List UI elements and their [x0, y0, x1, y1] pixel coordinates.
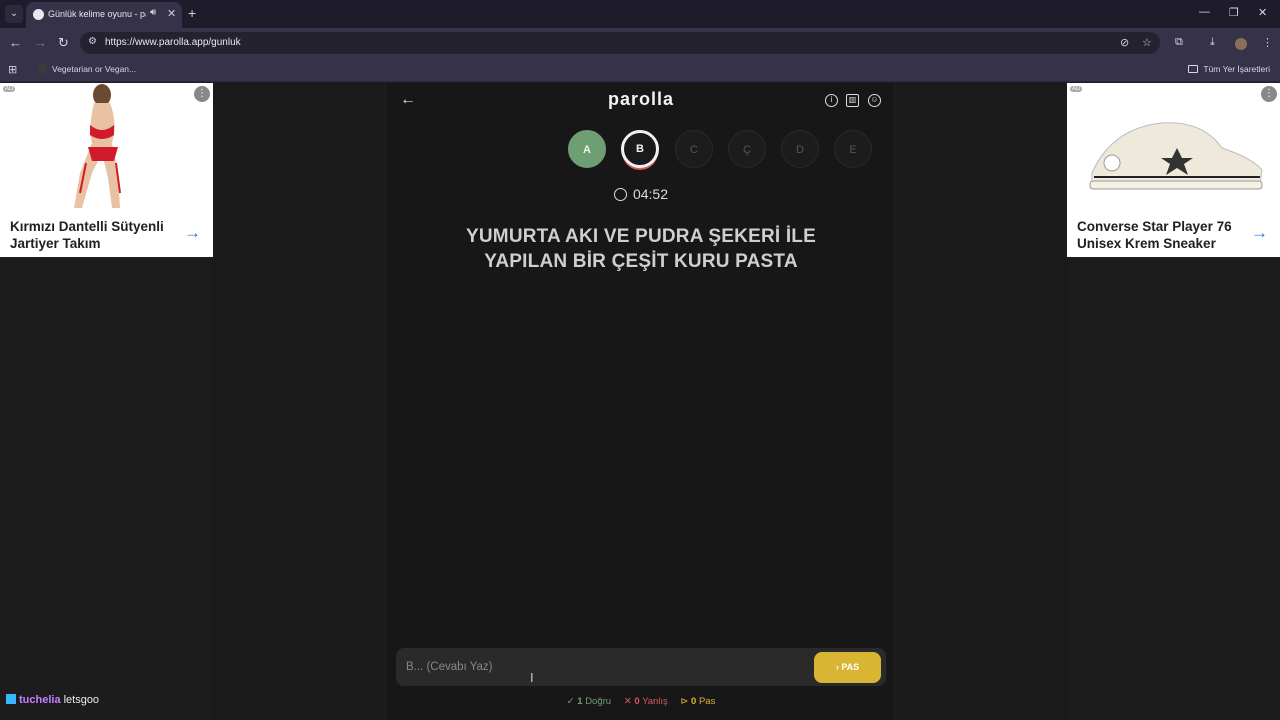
letter-C: C — [675, 130, 713, 168]
browser-toolbar: ← → ↻ ⚙ https://www.parolla.app/gunluk ⊘… — [0, 28, 1280, 58]
ad-title[interactable]: Converse Star Player 76 Unisex Krem Snea… — [1077, 218, 1237, 252]
all-bookmarks[interactable]: Tüm Yer İşaretleri — [1188, 64, 1270, 74]
eye-off-icon[interactable]: ⊘ — [1120, 36, 1129, 49]
pass-stat: ⊳ 0 Pas — [680, 696, 716, 707]
clock-icon — [613, 188, 627, 201]
speaker-icon[interactable]: 🔊︎ — [150, 7, 156, 18]
letter-B: B — [621, 130, 659, 168]
ad-badge: AD — [3, 86, 16, 92]
site-info-icon[interactable]: ⚙ — [88, 36, 97, 47]
text-cursor-icon: I — [530, 670, 534, 685]
answer-input[interactable] — [396, 648, 806, 686]
menu-icon[interactable]: ⋮ — [1262, 36, 1273, 49]
correct-stat: ✓ 1 Doğru — [566, 696, 612, 707]
active-tab[interactable]: Günlük kelime oyunu - parolla 🔊︎ ✕ — [26, 2, 182, 28]
sneaker-product-image — [1089, 122, 1263, 190]
forward-icon[interactable]: → — [34, 35, 47, 51]
stats-chart-icon[interactable]: ▥ — [846, 94, 859, 107]
wrong-count: 0 — [634, 696, 640, 707]
url-text: https://www.parolla.app/gunluk — [105, 37, 241, 48]
letter-Ç: Ç — [728, 130, 766, 168]
streamer-watermark: tuchelia letsgoo — [6, 694, 99, 706]
tab-bar: ⌄ Günlük kelime oyunu - parolla 🔊︎ ✕ + —… — [0, 0, 1280, 28]
bookmark-label: Vegetarian or Vegan... — [52, 64, 137, 74]
pass-count: 0 — [691, 696, 697, 707]
watermark-logo-icon — [6, 694, 16, 704]
bookmark-star-icon[interactable]: ☆ — [1142, 36, 1152, 49]
restore-icon[interactable]: ❐ — [1229, 6, 1239, 19]
timer-value: 04:52 — [632, 186, 669, 202]
ad-title[interactable]: Kırmızı Dantelli Sütyenli Jartiyer Takım — [10, 218, 170, 252]
pass-button-label: PAS — [841, 662, 860, 672]
new-tab-button[interactable]: + — [188, 5, 196, 21]
close-window-icon[interactable]: ✕ — [1258, 6, 1267, 19]
bookmark-favicon-icon — [38, 64, 47, 73]
ad-left[interactable]: AD ⋮ Kırmızı Dantelli Sütyenli Jartiyer … — [0, 83, 213, 257]
minimize-icon[interactable]: — — [1199, 6, 1210, 18]
timer: 04:52 — [386, 186, 896, 202]
tab-title: Günlük kelime oyunu - parolla — [48, 9, 146, 19]
wrong-label: Yanlış — [642, 696, 668, 707]
ad-options-icon[interactable]: ⋮ — [194, 86, 210, 102]
bookmarks-bar: ⊞ Vegetarian or Vegan... Tüm Yer İşaretl… — [0, 58, 1280, 82]
tab-search-button[interactable]: ⌄ — [5, 5, 23, 23]
watermark-user: letsgoo — [63, 694, 100, 706]
arrow-right-icon[interactable]: → — [1251, 223, 1268, 243]
question-text: YUMURTA AKI VE PUDRA ŞEKERİ İLE YAPILAN … — [466, 226, 816, 272]
profile-icon[interactable]: ☺ — [868, 94, 881, 107]
arrow-right-icon[interactable]: → — [184, 223, 201, 243]
game-panel: ← parolla i ▥ ☺ ABCÇDE 04:52 YUMURTA AKI… — [385, 83, 895, 720]
correct-count: 1 — [577, 696, 583, 707]
lingerie-product-image — [74, 84, 121, 208]
app-logo[interactable]: parolla — [386, 89, 896, 110]
download-icon[interactable]: ⤓ — [1210, 36, 1215, 49]
bookmark-item[interactable]: Vegetarian or Vegan... — [38, 64, 136, 74]
page-content: AD ⋮ Kırmızı Dantelli Sütyenli Jartiyer … — [0, 83, 1280, 720]
folder-icon — [1188, 65, 1199, 73]
pass-button[interactable]: › PAS — [814, 652, 881, 683]
close-tab-icon[interactable]: ✕ — [167, 7, 176, 20]
apps-grid-icon[interactable]: ⊞ — [8, 63, 17, 76]
ad-badge: AD — [1070, 86, 1083, 92]
ad-options-icon[interactable]: ⋮ — [1261, 86, 1277, 102]
letter-A: A — [568, 130, 606, 168]
letter-E: E — [834, 130, 872, 168]
ad-right[interactable]: AD ⋮ Converse Star Player 76 Unisex Krem… — [1067, 83, 1280, 257]
reload-icon[interactable]: ↻ — [58, 35, 69, 51]
info-icon[interactable]: i — [825, 94, 838, 107]
correct-label: Doğru — [585, 696, 612, 707]
pass-label: Pas — [698, 696, 716, 707]
score-stats: ✓ 1 Doğru ✕ 0 Yanlış ⊳ 0 Pas — [386, 696, 896, 707]
wrong-stat: ✕ 0 Yanlış — [623, 696, 668, 707]
watermark-brand: tuchelia — [19, 694, 61, 706]
extensions-icon[interactable]: ⧉ — [1175, 36, 1183, 49]
address-bar[interactable]: ⚙ https://www.parolla.app/gunluk ⊘ ☆ — [80, 32, 1160, 54]
profile-avatar[interactable] — [1235, 38, 1247, 50]
letter-D: D — [781, 130, 819, 168]
back-icon[interactable]: ← — [9, 35, 22, 51]
tab-favicon-icon — [33, 9, 44, 20]
all-bookmarks-label: Tüm Yer İşaretleri — [1203, 64, 1270, 74]
answer-bar: › PAS — [396, 648, 886, 686]
